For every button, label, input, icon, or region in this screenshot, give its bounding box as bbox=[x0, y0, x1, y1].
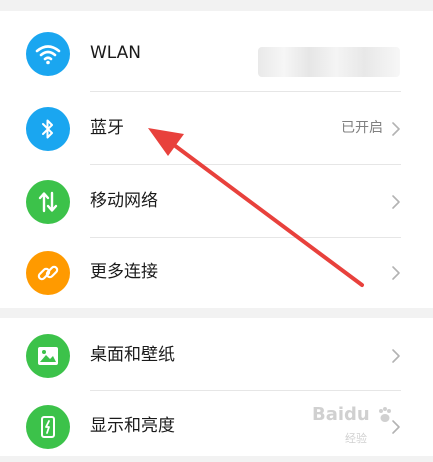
settings-item-label: 更多连接 bbox=[90, 262, 158, 282]
bluetooth-status: 已开启 bbox=[341, 120, 383, 136]
link-icon bbox=[26, 251, 70, 295]
watermark-text: Baidu bbox=[312, 404, 370, 425]
settings-item-label: WLAN bbox=[90, 43, 142, 63]
settings-item-more-connections[interactable]: 更多连接 bbox=[0, 236, 433, 308]
chevron-right-icon bbox=[392, 266, 400, 280]
bluetooth-icon bbox=[26, 107, 70, 151]
display-brightness-icon bbox=[26, 405, 70, 449]
settings-group-display: 桌面和壁纸 显示和亮度 bbox=[0, 318, 433, 456]
settings-item-wlan[interactable]: WLAN bbox=[0, 17, 433, 89]
settings-item-display-brightness[interactable]: 显示和亮度 bbox=[0, 390, 433, 462]
settings-group-connectivity: WLAN 蓝牙 已开启 移动网络 更多连接 bbox=[0, 11, 433, 308]
settings-item-label: 移动网络 bbox=[90, 191, 158, 211]
watermark-sub: 经验 bbox=[345, 432, 367, 445]
settings-item-label: 显示和亮度 bbox=[90, 416, 175, 436]
mobile-data-icon bbox=[26, 180, 70, 224]
top-strip bbox=[0, 0, 433, 11]
chevron-right-icon bbox=[392, 195, 400, 209]
settings-item-wallpaper[interactable]: 桌面和壁纸 bbox=[0, 319, 433, 391]
settings-item-label: 蓝牙 bbox=[90, 118, 124, 138]
wlan-network-name-blurred bbox=[258, 47, 400, 77]
settings-item-label: 桌面和壁纸 bbox=[90, 345, 175, 365]
wifi-icon bbox=[26, 32, 70, 76]
chevron-right-icon bbox=[392, 122, 400, 136]
wallpaper-icon bbox=[26, 334, 70, 378]
baidu-watermark: Baidu bbox=[312, 404, 394, 425]
paw-icon bbox=[379, 407, 392, 422]
settings-item-mobile-network[interactable]: 移动网络 bbox=[0, 165, 433, 237]
chevron-right-icon bbox=[392, 349, 400, 363]
settings-item-bluetooth[interactable]: 蓝牙 已开启 bbox=[0, 92, 433, 164]
